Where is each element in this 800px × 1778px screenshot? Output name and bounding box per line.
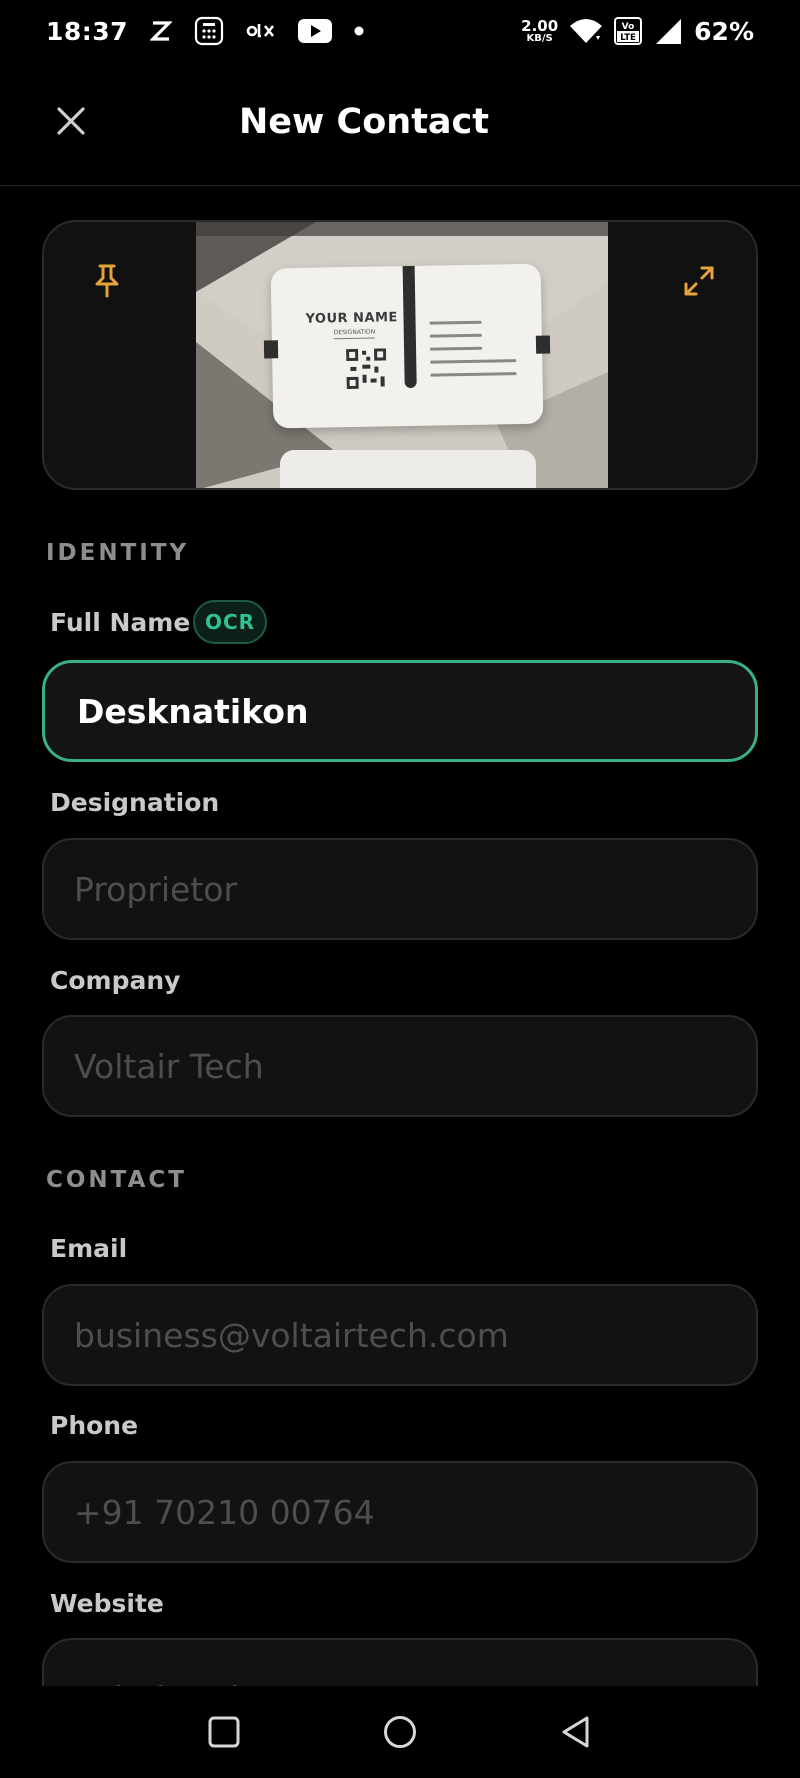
dot-icon: [354, 26, 364, 36]
pin-button[interactable]: [86, 260, 128, 302]
card-contact-lines: [429, 320, 517, 386]
z-app-icon: [150, 20, 173, 42]
card-tab-left: [263, 340, 279, 359]
section-label-contact: CONTACT: [46, 1167, 187, 1193]
battery-percentage: 62%: [694, 16, 754, 46]
business-card-photo[interactable]: YOUR NAME DESIGNATION: [196, 222, 608, 488]
phone-placeholder: +91 70210 00764: [74, 1492, 375, 1532]
close-button[interactable]: [50, 100, 92, 142]
designation-input[interactable]: Proprietor: [42, 838, 758, 940]
section-label-identity: IDENTITY: [46, 540, 190, 566]
expand-icon: [684, 266, 714, 296]
status-right: 2.00 KB/S Vo LTE 62%: [521, 17, 754, 46]
phone-label: Phone: [50, 1411, 139, 1440]
network-speed-value: 2.00: [521, 16, 559, 35]
card-stripe: [402, 265, 417, 389]
card-designation-text: DESIGNATION: [333, 328, 376, 340]
card-tab-right: [535, 335, 551, 354]
card-front: YOUR NAME DESIGNATION: [263, 263, 551, 429]
email-input[interactable]: business@voltairtech.com: [42, 1284, 758, 1386]
signal-icon: [654, 17, 682, 45]
designation-placeholder: Proprietor: [74, 869, 238, 909]
phone-input[interactable]: +91 70210 00764: [42, 1461, 758, 1563]
full-name-value: Desknatikon: [77, 691, 309, 731]
company-input[interactable]: Voltair Tech: [42, 1015, 758, 1117]
system-navigation-bar: [0, 1686, 800, 1778]
recents-square-icon: [208, 1716, 240, 1748]
pin-icon: [95, 264, 119, 298]
network-speed: 2.00 KB/S: [521, 16, 559, 44]
expand-button[interactable]: [678, 260, 720, 302]
home-button[interactable]: [376, 1708, 424, 1756]
home-circle-icon: [384, 1716, 416, 1748]
qr-code-icon: [346, 348, 387, 390]
calculator-icon: [194, 16, 224, 46]
recents-button[interactable]: [200, 1708, 248, 1756]
app-header: New Contact: [0, 62, 800, 186]
svg-text:LTE: LTE: [620, 33, 636, 43]
card-back: [280, 450, 536, 488]
email-placeholder: business@voltairtech.com: [74, 1315, 509, 1355]
ocr-badge: OCR: [193, 600, 267, 644]
olx-icon: [246, 21, 276, 41]
volte-icon: Vo LTE: [614, 17, 643, 45]
company-label: Company: [50, 966, 181, 995]
network-speed-unit: KB/S: [526, 32, 553, 44]
card-name-text: YOUR NAME: [305, 310, 398, 327]
email-label: Email: [50, 1234, 128, 1263]
wifi-icon: [570, 18, 603, 44]
status-left: 18:37: [46, 16, 364, 46]
status-bar: 18:37 2.00 KB/S Vo LTE 62%: [0, 0, 800, 62]
back-triangle-icon: [562, 1716, 589, 1748]
company-placeholder: Voltair Tech: [74, 1046, 264, 1086]
full-name-label: Full Name: [50, 608, 191, 637]
page-title: New Contact: [239, 102, 490, 142]
full-name-input[interactable]: Desknatikon: [42, 660, 758, 762]
back-button[interactable]: [552, 1708, 600, 1756]
status-time: 18:37: [46, 16, 129, 46]
designation-label: Designation: [50, 788, 220, 817]
svg-text:Vo: Vo: [622, 22, 635, 32]
website-label: Website: [50, 1589, 164, 1618]
business-card-preview: YOUR NAME DESIGNATION: [42, 220, 758, 490]
youtube-icon: [298, 19, 333, 43]
close-icon: [57, 107, 85, 135]
